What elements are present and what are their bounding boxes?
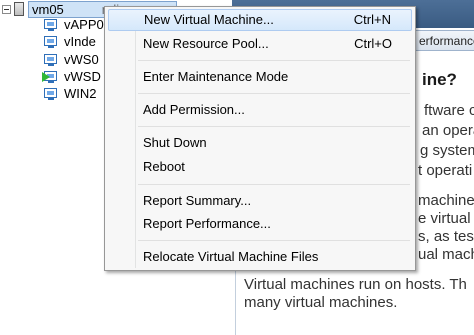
tab-performance[interactable]: erformance	[412, 30, 474, 50]
menu-item-shortcut: Ctrl+N	[353, 12, 391, 27]
menu-separator	[138, 60, 410, 61]
menu-item-label: Report Performance...	[143, 216, 271, 231]
info-text: ftware co	[424, 102, 474, 119]
menu-item-shut-down[interactable]: Shut Down	[108, 133, 412, 155]
info-text: s, as test	[418, 228, 474, 245]
tree-vm-item[interactable]: vAPP0	[44, 16, 104, 34]
vm-running-icon	[42, 70, 60, 84]
menu-item-label: Enter Maintenance Mode	[143, 69, 289, 84]
menu-item-label: Report Summary...	[143, 193, 252, 208]
vm-label: vWS0	[64, 52, 99, 67]
info-text: ual machi	[418, 246, 474, 263]
menu-separator	[138, 240, 410, 241]
collapse-icon[interactable]	[2, 4, 11, 14]
info-text: machine is	[418, 192, 474, 209]
host-name: vm05	[32, 1, 64, 17]
vm-label: WIN2	[64, 86, 97, 101]
vm-icon	[44, 87, 60, 101]
tree-vm-item[interactable]: vInde	[44, 33, 96, 51]
menu-item-reboot[interactable]: Reboot	[108, 157, 412, 179]
menu-separator	[138, 184, 410, 185]
menu-separator	[138, 126, 410, 127]
info-text: an opera	[422, 122, 474, 139]
info-text: Virtual machines run on hosts. Th	[244, 276, 467, 293]
tree-vm-item[interactable]: vWS0	[44, 51, 99, 69]
tree-vm-item[interactable]: WIN2	[44, 85, 97, 103]
menu-item-new-virtual-machine[interactable]: New Virtual Machine... Ctrl+N	[108, 9, 412, 31]
menu-item-shortcut: Ctrl+O	[354, 36, 392, 51]
menu-item-label: New Resource Pool...	[143, 36, 269, 51]
info-text: t operati	[418, 162, 473, 179]
menu-item-label: Relocate Virtual Machine Files	[143, 249, 319, 264]
menu-separator	[138, 93, 410, 94]
vm-icon	[44, 35, 60, 49]
vm-icon	[44, 18, 60, 32]
menu-item-new-resource-pool[interactable]: New Resource Pool... Ctrl+O	[108, 34, 412, 56]
vm-label: vAPP0	[64, 17, 104, 32]
menu-item-add-permission[interactable]: Add Permission...	[108, 100, 412, 122]
menu-item-label: Add Permission...	[143, 102, 245, 117]
tree-vm-item[interactable]: vWSD	[42, 68, 101, 86]
menu-item-label: Shut Down	[143, 135, 207, 150]
info-text: e virtual	[418, 210, 471, 227]
host-server-icon	[14, 2, 24, 16]
menu-item-report-summary[interactable]: Report Summary...	[108, 191, 412, 213]
info-text: many virtual machines.	[244, 294, 398, 311]
vm-label: vInde	[64, 34, 96, 49]
info-title: ine?	[422, 70, 457, 89]
context-menu: New Virtual Machine... Ctrl+N New Resour…	[104, 6, 416, 271]
vm-label: vWSD	[64, 69, 101, 84]
info-text: g system	[420, 142, 474, 159]
menu-item-label: New Virtual Machine...	[144, 12, 274, 27]
menu-item-enter-maintenance-mode[interactable]: Enter Maintenance Mode	[108, 67, 412, 89]
menu-item-relocate-vm-files[interactable]: Relocate Virtual Machine Files	[108, 247, 412, 269]
vm-icon	[44, 53, 60, 67]
menu-item-label: Reboot	[143, 159, 185, 174]
menu-item-report-performance[interactable]: Report Performance...	[108, 214, 412, 236]
